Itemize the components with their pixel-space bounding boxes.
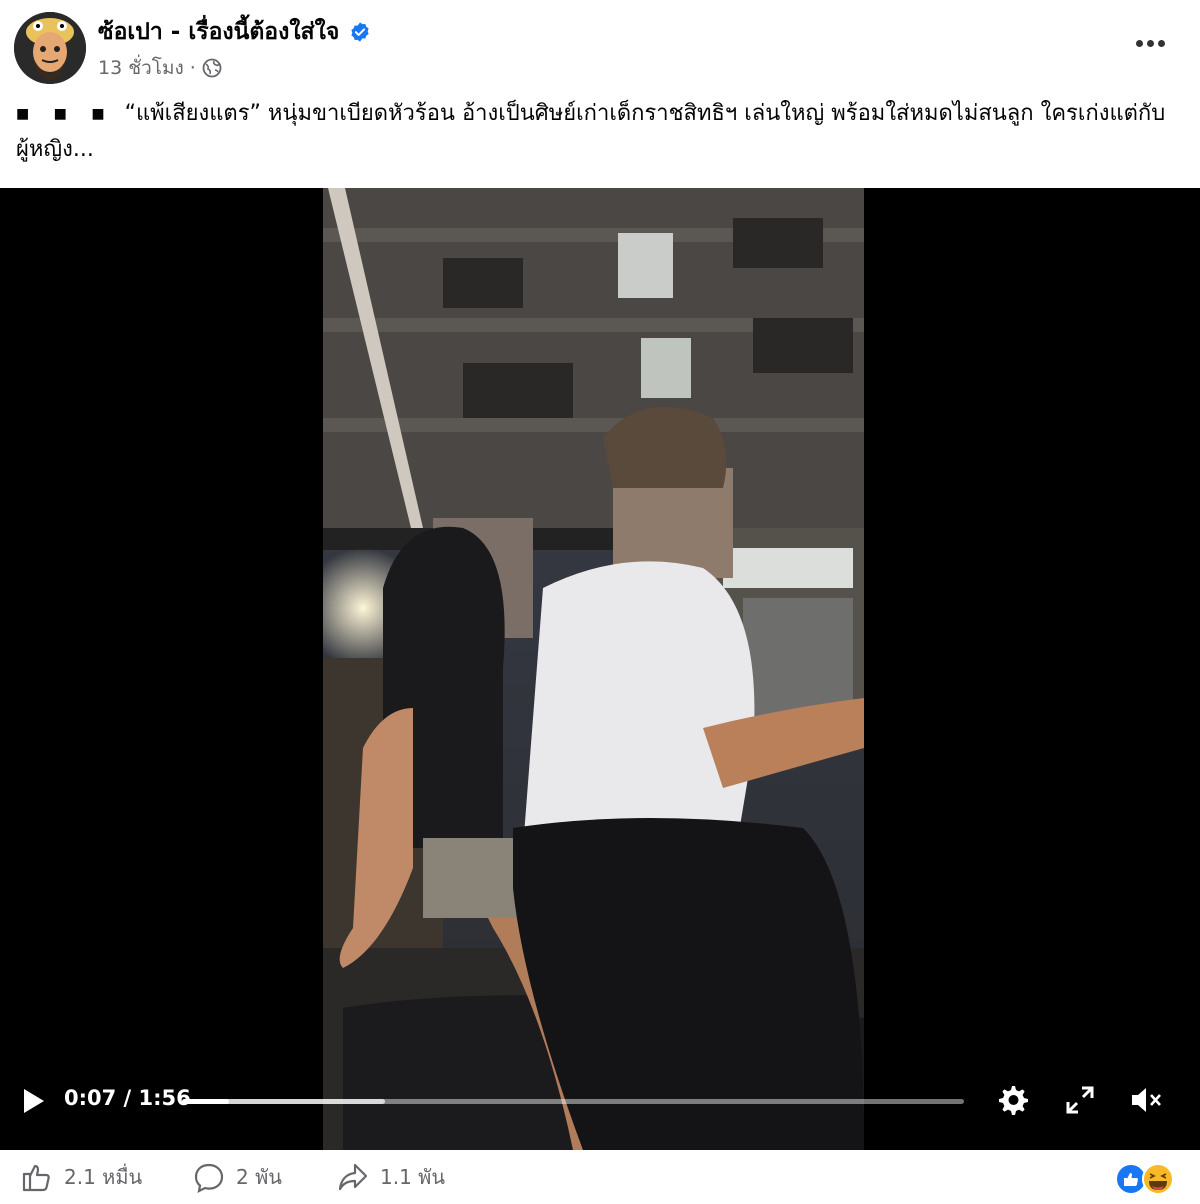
caption-bullets: ■ ■ ■ bbox=[16, 106, 115, 122]
meta-separator: · bbox=[189, 57, 196, 79]
mute-icon[interactable] bbox=[1128, 1082, 1164, 1118]
post-header: ซ้อเปา - เรื่องนี้ต้องใส่ใจ 13 ชั่วโมง · bbox=[0, 0, 1200, 100]
video-controls: 0:07 / 1:56 bbox=[0, 1078, 1200, 1138]
like-count: 2.1 หมื่น bbox=[64, 1165, 143, 1189]
video-time: 0:07 / 1:56 bbox=[64, 1086, 191, 1110]
duration: 1:56 bbox=[138, 1086, 191, 1110]
video-progress-bar[interactable] bbox=[182, 1099, 964, 1104]
post-meta: 13 ชั่วโมง · bbox=[98, 53, 222, 83]
page-name-row[interactable]: ซ้อเปา - เรื่องนี้ต้องใส่ใจ bbox=[98, 14, 371, 50]
progress-played bbox=[182, 1099, 229, 1104]
settings-gear-icon[interactable] bbox=[994, 1082, 1030, 1118]
post-footer: 2.1 หมื่น 2 พัน 1.1 พัน bbox=[0, 1150, 1200, 1204]
like-reaction-icon bbox=[1115, 1163, 1147, 1195]
comment-icon bbox=[194, 1163, 224, 1193]
like-icon bbox=[22, 1164, 50, 1192]
dot-icon bbox=[1135, 39, 1143, 47]
verified-badge-icon bbox=[351, 22, 369, 42]
share-button[interactable]: 1.1 พัน bbox=[336, 1160, 445, 1194]
time-separator: / bbox=[123, 1086, 132, 1110]
comment-button[interactable]: 2 พัน bbox=[192, 1160, 282, 1194]
current-time: 0:07 bbox=[64, 1086, 117, 1110]
page-avatar[interactable] bbox=[14, 12, 86, 84]
share-icon bbox=[338, 1163, 368, 1191]
like-button[interactable]: 2.1 หมื่น bbox=[20, 1160, 142, 1194]
more-options-button[interactable] bbox=[1130, 30, 1170, 56]
play-icon[interactable] bbox=[18, 1086, 48, 1116]
share-count: 1.1 พัน bbox=[380, 1165, 446, 1189]
dot-icon bbox=[1146, 39, 1154, 47]
fullscreen-icon[interactable] bbox=[1062, 1082, 1098, 1118]
haha-reaction-icon bbox=[1142, 1163, 1174, 1195]
page-name[interactable]: ซ้อเปา - เรื่องนี้ต้องใส่ใจ bbox=[98, 14, 339, 50]
reactions-summary[interactable] bbox=[1114, 1162, 1184, 1196]
dot-icon bbox=[1157, 39, 1165, 47]
caption-text: “แพ้เสียงแตร” หนุ่มขาเบียดหัวร้อน อ้างเป… bbox=[16, 101, 1166, 162]
globe-icon bbox=[202, 58, 222, 78]
video-frame[interactable] bbox=[323, 188, 864, 1150]
video-player[interactable]: 0:07 / 1:56 bbox=[0, 188, 1200, 1150]
post-caption: ■ ■ ■ “แพ้เสียงแตร” หนุ่มขาเบียดหัวร้อน อ… bbox=[16, 96, 1176, 168]
comment-count: 2 พัน bbox=[236, 1165, 282, 1189]
post-time[interactable]: 13 ชั่วโมง bbox=[98, 53, 184, 83]
